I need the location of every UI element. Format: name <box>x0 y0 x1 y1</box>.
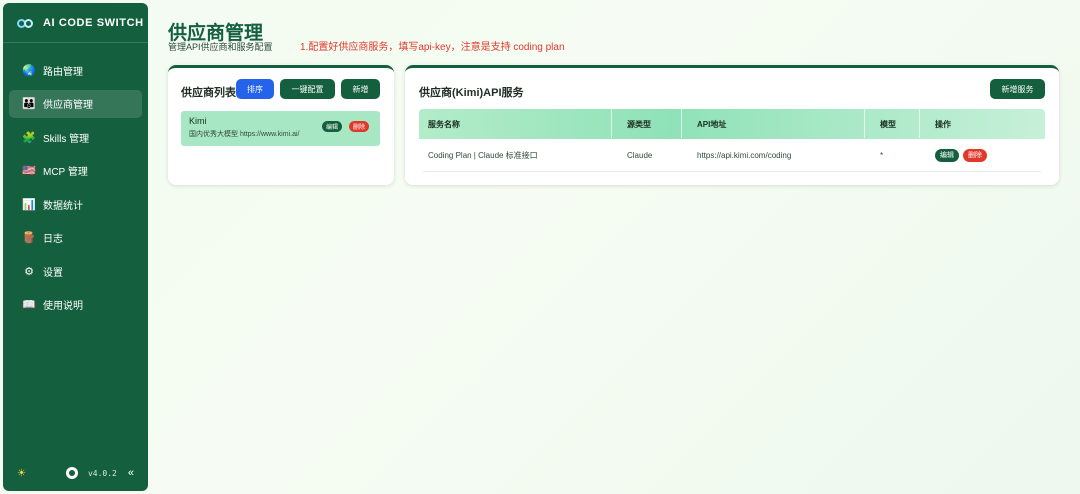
delete-service-button[interactable]: 删除 <box>963 148 987 162</box>
flag-icon: 🇺🇸 <box>22 165 36 177</box>
service-url-cell: https://api.kimi.com/coding <box>697 150 792 160</box>
column-header: API地址 <box>681 107 872 138</box>
sidebar-item-label: MCP 管理 <box>43 167 88 178</box>
globe-icon: 🌏 <box>22 64 36 77</box>
service-model-cell: * <box>880 150 884 160</box>
table-row: Coding Plan | Claude 标准接口 Claude https:/… <box>423 139 1041 172</box>
add-provider-button[interactable]: 新增 <box>341 79 380 99</box>
log-icon: 🪵 <box>22 232 36 244</box>
sidebar-item-settings[interactable]: ⚙ 设置 <box>9 257 142 285</box>
sun-icon[interactable]: ☀ <box>17 468 26 479</box>
sort-button[interactable]: 排序 <box>236 79 274 99</box>
service-name-cell: Coding Plan | Claude 标准接口 <box>428 150 538 160</box>
sidebar-item-label: Skills 管理 <box>43 133 90 145</box>
sidebar-nav: 🌏 路由管理 👪 供应商管理 🧩 Skills 管理 🇺🇸 MCP 管理 📊 数… <box>3 56 148 319</box>
page-subtitle: 管理API供应商和服务配置 <box>168 42 273 52</box>
provider-list-card: 供应商列表 排序 一键配置 新增 Kimi 国内优秀大模型 https://ww… <box>168 65 394 185</box>
logo-icon <box>17 18 35 28</box>
one-click-config-button[interactable]: 一键配置 <box>280 79 335 99</box>
version-label: v4.0.2 <box>87 468 117 478</box>
bar-chart-icon: 📊 <box>22 198 36 211</box>
sidebar-item-logs[interactable]: 🪵 日志 <box>9 224 142 252</box>
sidebar-item-label: 使用说明 <box>43 301 83 312</box>
api-services-card: 供应商(Kimi)API服务 新增服务 服务名称 源类型 API地址 模型 操作… <box>405 65 1059 185</box>
collapse-sidebar-icon[interactable]: « <box>128 467 134 479</box>
sidebar-footer: ☀ v4.0.2 « <box>17 467 134 479</box>
sidebar-item-label: 数据统计 <box>43 200 83 212</box>
app-title: AI CODE SWITCH <box>43 16 144 29</box>
family-icon: 👪 <box>22 98 36 110</box>
sidebar-item-label: 设置 <box>43 267 63 279</box>
provider-item-kimi[interactable]: Kimi 国内优秀大模型 https://www.kimi.ai/ 编辑 删除 <box>181 111 380 146</box>
page-note: 1.配置好供应商服务，填写api-key，注意是支持 coding plan <box>300 42 565 53</box>
add-service-button[interactable]: 新增服务 <box>990 79 1045 99</box>
table-header: 服务名称 源类型 API地址 模型 操作 <box>419 107 1045 139</box>
sidebar-item-stats[interactable]: 📊 数据统计 <box>9 190 142 218</box>
edit-provider-button[interactable]: 编辑 <box>322 121 343 132</box>
sidebar: AI CODE SWITCH 🌏 路由管理 👪 供应商管理 🧩 Skills 管… <box>3 3 148 491</box>
github-icon[interactable] <box>65 467 78 479</box>
provider-list-title: 供应商列表 <box>181 87 236 99</box>
column-header: 源类型 <box>611 107 689 138</box>
gear-icon: ⚙ <box>24 265 34 278</box>
sidebar-item-guide[interactable]: 📖 使用说明 <box>9 291 142 319</box>
column-header: 操作 <box>919 107 1045 138</box>
sidebar-item-routes[interactable]: 🌏 路由管理 <box>9 56 142 84</box>
services-table: 服务名称 源类型 API地址 模型 操作 Coding Plan | Claud… <box>419 107 1045 172</box>
brand: AI CODE SWITCH <box>3 3 148 43</box>
sidebar-item-providers[interactable]: 👪 供应商管理 <box>9 89 142 118</box>
column-header: 服务名称 <box>428 119 460 129</box>
service-type-cell: Claude <box>627 150 653 160</box>
sidebar-item-label: 日志 <box>43 234 63 245</box>
sidebar-item-label: 供应商管理 <box>43 100 93 111</box>
provider-description: 国内优秀大模型 https://www.kimi.ai/ <box>189 131 300 138</box>
service-actions-cell: 编辑 删除 <box>927 148 1041 162</box>
sidebar-item-skills[interactable]: 🧩 Skills 管理 <box>9 123 142 151</box>
api-services-title: 供应商(Kimi)API服务 <box>419 87 524 99</box>
book-icon: 📖 <box>22 299 36 311</box>
sidebar-item-mcp[interactable]: 🇺🇸 MCP 管理 <box>9 157 142 185</box>
sidebar-item-label: 路由管理 <box>43 66 83 78</box>
edit-service-button[interactable]: 编辑 <box>935 148 959 162</box>
delete-provider-button[interactable]: 删除 <box>349 121 370 132</box>
provider-name: Kimi <box>189 116 207 126</box>
puzzle-icon: 🧩 <box>22 131 36 144</box>
